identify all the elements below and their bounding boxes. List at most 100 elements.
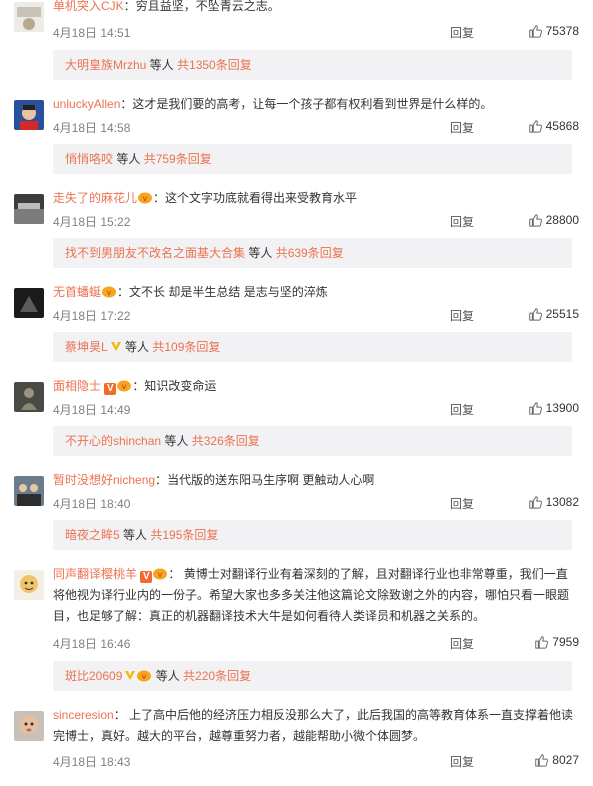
svg-text:v: v — [142, 672, 147, 681]
like-count: 28800 — [545, 213, 579, 227]
reply-button[interactable]: 回复 — [450, 753, 474, 770]
comment-content: 这才是我们要的高考，让每一个孩子都有权利看到世界是什么样的。 — [132, 97, 493, 111]
subreply-suffix: 等人 — [113, 152, 144, 166]
subreply-bar[interactable]: 大明皇族Mrzhu 等人 共1350条回复 — [53, 50, 572, 80]
vip-badge-icon: v — [137, 670, 152, 682]
reply-button[interactable]: 回复 — [450, 119, 474, 136]
like-button[interactable]: 7959 — [534, 635, 579, 649]
author-name[interactable]: 面相隐士 — [53, 379, 101, 393]
vip-badge-icon: v — [101, 284, 117, 298]
thumbs-up-icon — [528, 402, 542, 415]
verified-badge-icon: V — [140, 571, 153, 583]
thumbs-up-icon — [528, 214, 542, 227]
subreply-author[interactable]: 斑比20609 — [65, 669, 122, 683]
avatar[interactable] — [14, 100, 44, 130]
comment-text: unluckyAllen：这才是我们要的高考，让每一个孩子都有权利看到世界是什么… — [53, 97, 493, 111]
subreply-count[interactable]: 共195条回复 — [150, 528, 218, 542]
comment-text: 同声翻译樱桃羊 Vv： 黄博士对翻译行业有着深刻的了解，且对翻译行业也非常尊重，… — [53, 566, 570, 623]
like-button[interactable]: 13900 — [528, 401, 579, 415]
comment-meta: 4月18日 18:43 回复 8027 — [53, 753, 579, 769]
timestamp: 4月18日 18:43 — [53, 755, 131, 769]
comment-content: 这个文字功底就看得出来受教育水平 — [165, 191, 358, 205]
timestamp: 4月18日 14:49 — [53, 403, 131, 417]
reply-button[interactable]: 回复 — [450, 24, 474, 41]
thumbs-up-icon — [535, 636, 549, 649]
subreply-suffix: 等人 — [152, 669, 184, 683]
comment-text: 单机突入CJK：穷且益坚，不坠青云之志。 — [53, 0, 280, 13]
avatar[interactable] — [14, 711, 44, 741]
subreply-bar[interactable]: 悄悄咯咬 等人 共759条回复 — [53, 144, 572, 174]
subreply-author[interactable]: 不开心的shinchan — [65, 434, 161, 448]
comment-text: 面相隐士 Vv ：知识改变命运 — [53, 379, 217, 395]
like-button[interactable]: 28800 — [528, 213, 579, 227]
reply-button[interactable]: 回复 — [450, 213, 474, 230]
avatar[interactable] — [14, 476, 44, 506]
like-count: 13900 — [545, 401, 579, 415]
vip-badge-icon: v — [137, 190, 153, 204]
subreply-suffix: 等人 — [146, 58, 178, 72]
vip-badge-icon: v — [152, 566, 168, 580]
svg-text:v: v — [143, 194, 148, 203]
author-name[interactable]: 无首蟠蜒 — [53, 285, 101, 299]
reply-button[interactable]: 回复 — [450, 401, 474, 418]
verified-badge-icon: V — [104, 383, 117, 395]
author-name[interactable]: 同声翻译樱桃羊 — [53, 567, 137, 581]
timestamp: 4月18日 17:22 — [53, 309, 131, 323]
author-name[interactable]: 单机突入CJK — [53, 0, 124, 13]
like-count: 45868 — [545, 119, 579, 133]
svg-text:v: v — [158, 570, 163, 579]
like-button[interactable]: 13082 — [528, 495, 579, 509]
subreply-count[interactable]: 共109条回复 — [152, 340, 220, 354]
svg-text:v: v — [107, 288, 112, 297]
subreply-count[interactable]: 共326条回复 — [192, 434, 260, 448]
subreply-bar[interactable]: 斑比20609 v 等人 共220条回复 — [53, 661, 572, 691]
subreply-author[interactable]: 找不到男朋友不改名之面基大合集 — [65, 246, 245, 260]
subreply-bar[interactable]: 蔡坤昊L 等人 共109条回复 — [53, 332, 572, 362]
reply-button[interactable]: 回复 — [450, 635, 474, 652]
subreply-count[interactable]: 共639条回复 — [276, 246, 344, 260]
subreply-count[interactable]: 共1350条回复 — [177, 58, 252, 72]
thumbs-up-icon — [535, 754, 549, 767]
subreply-author[interactable]: 大明皇族Mrzhu — [65, 58, 146, 72]
avatar[interactable] — [14, 288, 44, 318]
thumbs-up-icon — [528, 120, 542, 133]
subreply-bar[interactable]: 暗夜之眸5 等人 共195条回复 — [53, 520, 572, 550]
comment-text: sinceresion： 上了高中后他的经济压力相反没那么大了，此后我国的高等教… — [53, 708, 574, 743]
avatar[interactable] — [14, 2, 44, 32]
subreply-count[interactable]: 共759条回复 — [144, 152, 212, 166]
author-name[interactable]: sinceresion — [53, 708, 114, 722]
reply-button[interactable]: 回复 — [450, 307, 474, 324]
comment-content: 上了高中后他的经济压力相反没那么大了，此后我国的高等教育体系一直支撑着他读完博士… — [53, 708, 574, 743]
subreply-author[interactable]: 悄悄咯咬 — [65, 152, 113, 166]
subreply-author[interactable]: 暗夜之眸5 — [65, 528, 120, 542]
subreply-suffix: 等人 — [245, 246, 276, 260]
comment-content: 知识改变命运 — [144, 379, 217, 393]
comment-meta: 4月18日 14:49 回复 13900 — [53, 401, 579, 417]
reply-button[interactable]: 回复 — [450, 495, 474, 512]
author-name[interactable]: unluckyAllen — [53, 97, 120, 111]
like-count: 75378 — [545, 24, 579, 38]
timestamp: 4月18日 16:46 — [53, 637, 131, 651]
subreply-count[interactable]: 共220条回复 — [183, 669, 251, 683]
avatar[interactable] — [14, 194, 44, 224]
comment-meta: 4月18日 17:22 回复 25515 — [53, 307, 579, 323]
like-button[interactable]: 75378 — [528, 24, 579, 38]
thumbs-up-icon — [528, 308, 542, 321]
comment-text: 无首蟠蜒 v ：文不长 却是半生总结 是志与坚的淬炼 — [53, 284, 328, 299]
subreply-author[interactable]: 蔡坤昊L — [65, 340, 108, 354]
timestamp: 4月18日 15:22 — [53, 215, 131, 229]
comment-meta: 4月18日 18:40 回复 13082 — [53, 495, 579, 511]
like-button[interactable]: 8027 — [534, 753, 579, 767]
timestamp: 4月18日 14:51 — [53, 26, 131, 40]
author-name[interactable]: 走失了的麻花儿 — [53, 191, 137, 205]
subreply-bar[interactable]: 不开心的shinchan 等人 共326条回复 — [53, 426, 572, 456]
like-button[interactable]: 25515 — [528, 307, 579, 321]
subreply-bar[interactable]: 找不到男朋友不改名之面基大合集 等人 共639条回复 — [53, 238, 572, 268]
author-name[interactable]: 暂时没想好nicheng — [53, 473, 155, 487]
avatar[interactable] — [14, 570, 44, 600]
like-button[interactable]: 45868 — [528, 119, 579, 133]
avatar[interactable] — [14, 382, 44, 412]
comment-text: 走失了的麻花儿 v ：这个文字功底就看得出来受教育水平 — [53, 190, 358, 205]
comment-text: 暂时没想好nicheng：当代版的送东阳马生序啊 更触动人心啊 — [53, 473, 375, 487]
subreply-suffix: 等人 — [121, 340, 153, 354]
